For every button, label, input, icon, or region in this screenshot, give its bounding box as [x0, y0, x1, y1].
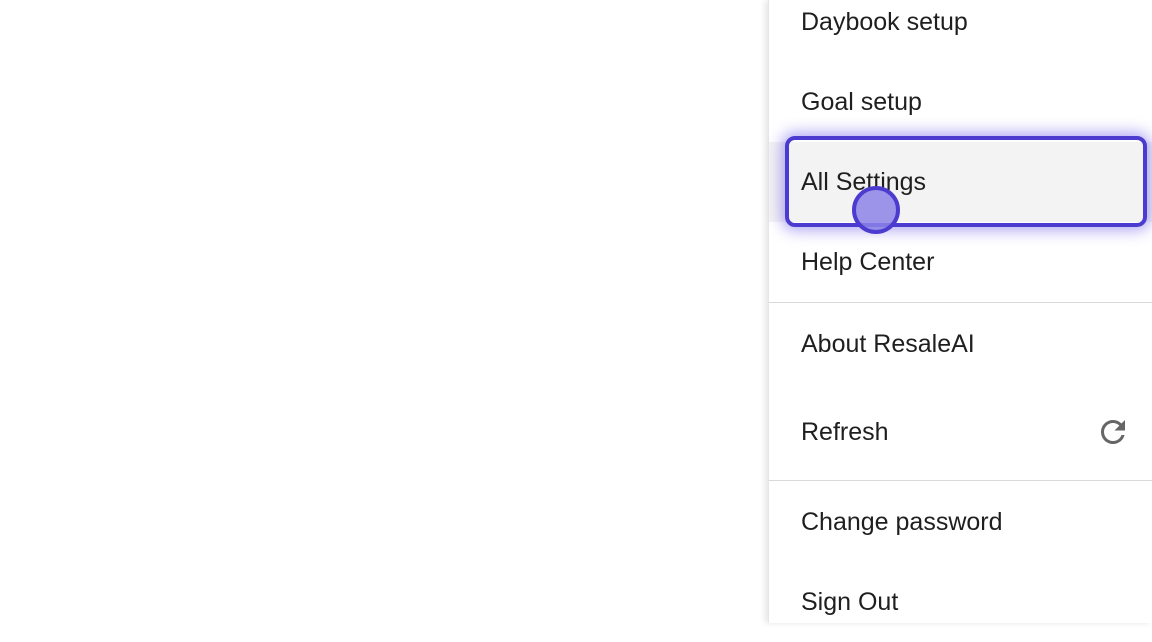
- menu-item-change-password[interactable]: Change password: [769, 482, 1152, 562]
- menu-item-all-settings[interactable]: All Settings: [769, 142, 1152, 222]
- page-backdrop[interactable]: [0, 0, 768, 623]
- menu-divider: [769, 302, 1152, 303]
- menu-item-about-resaleai[interactable]: About ResaleAI: [769, 304, 1152, 384]
- menu-item-sign-out[interactable]: Sign Out: [769, 562, 1152, 642]
- menu-item-label: Refresh: [801, 417, 889, 446]
- account-menu-panel: Daybook setup Goal setup All Settings He…: [768, 0, 1152, 623]
- menu-item-label: About ResaleAI: [801, 329, 975, 358]
- menu-item-daybook-setup[interactable]: Daybook setup: [769, 0, 1152, 62]
- menu-item-help-center[interactable]: Help Center: [769, 222, 1152, 302]
- menu-item-label: All Settings: [801, 167, 927, 196]
- menu-item-label: Sign Out: [801, 587, 899, 616]
- menu-item-goal-setup[interactable]: Goal setup: [769, 62, 1152, 142]
- menu-item-label: Change password: [801, 507, 1003, 536]
- menu-divider: [769, 480, 1152, 481]
- menu-item-label: Goal setup: [801, 87, 922, 116]
- refresh-icon: [1101, 420, 1125, 444]
- menu-item-label: Daybook setup: [801, 7, 968, 36]
- menu-item-refresh[interactable]: Refresh: [769, 392, 1152, 472]
- menu-item-label: Help Center: [801, 247, 935, 276]
